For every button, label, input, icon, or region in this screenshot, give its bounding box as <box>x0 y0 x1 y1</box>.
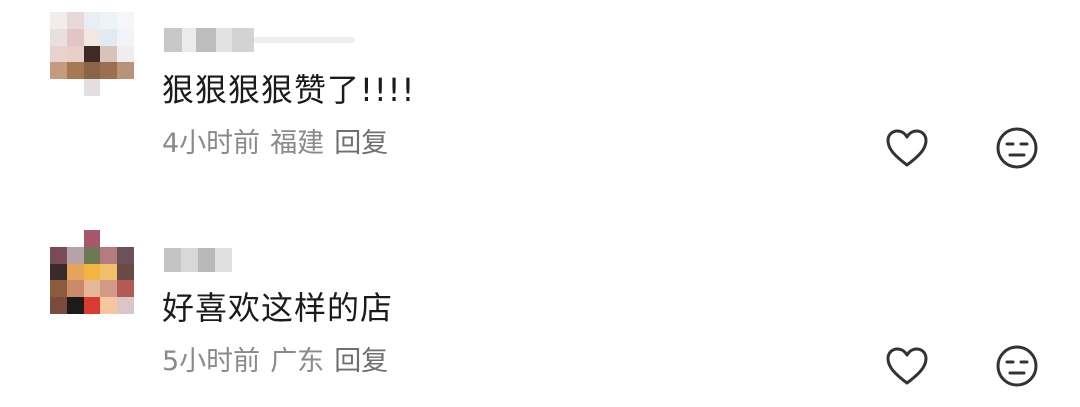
comment-time: 5小时前 <box>162 346 261 377</box>
avatar-pixel <box>117 12 134 29</box>
avatar-pixel <box>100 246 118 264</box>
username-block <box>216 28 232 52</box>
reply-button[interactable]: 回复 <box>334 346 388 377</box>
avatar-pixel <box>83 28 101 46</box>
avatar-pixel <box>83 79 101 96</box>
username-pixelated[interactable] <box>164 248 232 272</box>
dislike-button[interactable] <box>993 342 1041 390</box>
avatar-pixel <box>83 297 101 314</box>
heart-outline-icon <box>886 347 928 385</box>
meh-face-icon <box>996 345 1038 387</box>
avatar-pixel <box>50 263 67 281</box>
avatar-pixel <box>117 79 134 96</box>
username-pixelated[interactable] <box>164 28 354 52</box>
avatar-pixel <box>83 12 101 29</box>
avatar-pixel <box>117 246 134 264</box>
avatar-pixel <box>66 230 84 247</box>
avatar-pixel <box>66 246 84 264</box>
avatar-pixel <box>66 263 84 281</box>
avatar-pixel <box>83 230 101 247</box>
avatar-pixel <box>50 28 67 46</box>
avatar-pixel <box>117 263 134 281</box>
avatar-pixel <box>100 45 118 63</box>
comment-meta: 4小时前 福建 回复 <box>162 127 398 161</box>
avatar-pixel <box>50 12 67 29</box>
comment-meta: 5小时前 广东 回复 <box>162 345 398 379</box>
username-block <box>164 28 182 52</box>
username-block <box>215 248 232 272</box>
avatar-pixel <box>50 62 67 80</box>
avatar[interactable] <box>50 230 134 314</box>
username-block <box>232 28 254 52</box>
avatar-pixel <box>117 45 134 63</box>
avatar-pixel <box>100 297 118 314</box>
avatar-pixel <box>100 79 118 96</box>
comment-location: 广东 <box>270 346 325 377</box>
avatar-pixel <box>100 230 118 247</box>
avatar-pixel <box>50 45 67 63</box>
avatar-pixel <box>66 297 84 314</box>
avatar-pixel <box>100 280 118 298</box>
avatar-pixel <box>66 79 84 96</box>
dislike-button[interactable] <box>993 124 1041 172</box>
avatar-pixel <box>83 246 101 264</box>
username-block <box>196 28 216 52</box>
avatar-pixel <box>50 230 67 247</box>
username-block <box>164 248 181 272</box>
username-block <box>181 248 198 272</box>
avatar-pixel <box>100 12 118 29</box>
avatar-pixel <box>66 62 84 80</box>
comment-location: 福建 <box>270 128 325 159</box>
avatar-pixel <box>83 45 101 63</box>
avatar-pixel <box>100 263 118 281</box>
avatar-pixel <box>83 263 101 281</box>
avatar-pixel <box>66 45 84 63</box>
avatar-pixel <box>117 28 134 46</box>
username-block <box>254 37 354 43</box>
comment-text: 狠狠狠狠赞了!!!! <box>162 71 416 109</box>
avatar-pixel <box>117 280 134 298</box>
avatar-pixel <box>50 280 67 298</box>
comment-text: 好喜欢这样的店 <box>162 289 394 327</box>
avatar-pixel <box>83 280 101 298</box>
avatar-pixel <box>66 12 84 29</box>
avatar-pixel <box>117 230 134 247</box>
avatar-pixel <box>117 297 134 314</box>
avatar-pixel <box>66 280 84 298</box>
avatar[interactable] <box>50 12 134 96</box>
avatar-pixel <box>83 62 101 80</box>
meh-face-icon <box>996 127 1038 169</box>
avatar-pixel <box>50 246 67 264</box>
comment-time: 4小时前 <box>162 128 261 159</box>
username-block <box>182 28 196 52</box>
avatar-pixel <box>50 79 67 96</box>
avatar-pixel <box>50 297 67 314</box>
like-button[interactable] <box>883 342 931 390</box>
like-button[interactable] <box>883 124 931 172</box>
avatar-pixel <box>117 62 134 80</box>
avatar-pixel <box>100 28 118 46</box>
avatar-pixel <box>100 62 118 80</box>
reply-button[interactable]: 回复 <box>334 128 388 159</box>
avatar-pixel <box>66 28 84 46</box>
username-block <box>198 248 215 272</box>
heart-outline-icon <box>886 129 928 167</box>
